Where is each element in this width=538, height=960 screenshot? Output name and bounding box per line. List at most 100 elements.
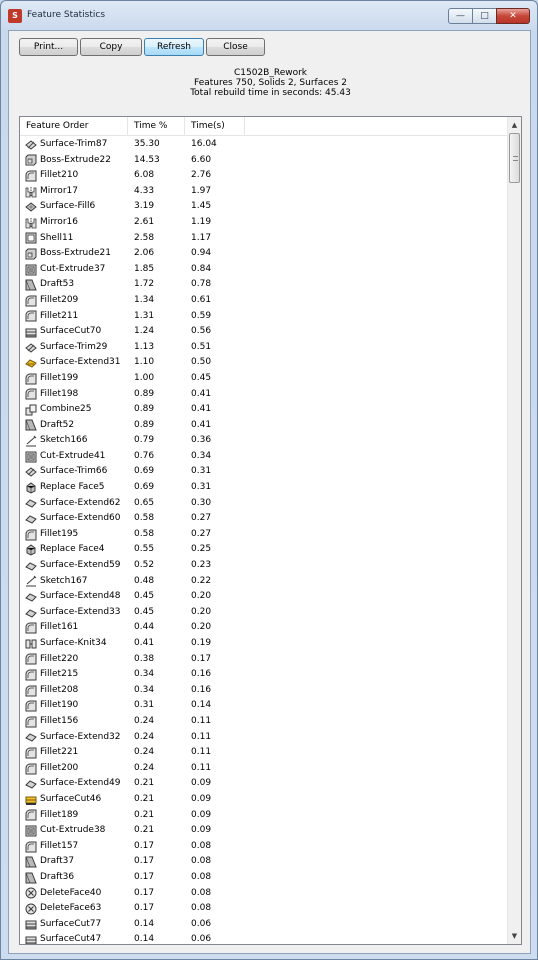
table-row[interactable]: Boss-Extrude22 14.53 6.60 xyxy=(20,153,508,169)
close-window-button[interactable]: ✕ xyxy=(496,8,530,24)
table-row[interactable]: Surface-Trim66 0.69 0.31 xyxy=(20,464,508,480)
feature-name: Draft36 xyxy=(40,871,75,882)
time-percent-cell: 0.58 xyxy=(134,513,155,524)
table-row[interactable]: Draft36 0.17 0.08 xyxy=(20,870,508,886)
table-row[interactable]: Replace Face4 0.55 0.25 xyxy=(20,542,508,558)
table-row[interactable]: Mirror17 4.33 1.97 xyxy=(20,184,508,200)
copy-button[interactable]: Copy xyxy=(80,38,142,56)
table-row[interactable]: Fillet156 0.24 0.11 xyxy=(20,714,508,730)
cut-icon xyxy=(25,825,37,837)
print-button[interactable]: Print... xyxy=(19,38,78,56)
fillet-icon xyxy=(25,841,37,853)
table-row[interactable]: Surface-Extend48 0.45 0.20 xyxy=(20,589,508,605)
table-row[interactable]: Fillet220 0.38 0.17 xyxy=(20,652,508,668)
scroll-thumb[interactable] xyxy=(509,133,520,183)
table-row[interactable]: SurfaceCut70 1.24 0.56 xyxy=(20,324,508,340)
table-row[interactable]: Sketch167 0.48 0.22 xyxy=(20,574,508,590)
table-row[interactable]: SurfaceCut47 0.14 0.06 xyxy=(20,932,508,944)
feature-name-cell: Fillet220 xyxy=(25,652,78,668)
table-row[interactable]: Cut-Extrude38 0.21 0.09 xyxy=(20,823,508,839)
feature-name-cell: Fillet161 xyxy=(25,620,78,636)
surface-extend-icon xyxy=(25,562,37,571)
table-row[interactable]: DeleteFace40 0.17 0.08 xyxy=(20,886,508,902)
table-row[interactable]: Surface-Extend49 0.21 0.09 xyxy=(20,776,508,792)
table-row[interactable]: Cut-Extrude37 1.85 0.84 xyxy=(20,262,508,278)
time-percent-cell: 0.69 xyxy=(134,466,155,477)
table-row[interactable]: Surface-Extend33 0.45 0.20 xyxy=(20,605,508,621)
delete-face-icon xyxy=(25,887,37,899)
table-row[interactable]: Surface-Fill6 3.19 1.45 xyxy=(20,199,508,215)
time-seconds-cell: 16.04 xyxy=(191,139,217,149)
time-seconds-cell: 0.30 xyxy=(191,497,212,508)
table-row[interactable]: Draft37 0.17 0.08 xyxy=(20,854,508,870)
vertical-scrollbar[interactable]: ▲ ▼ xyxy=(507,117,521,944)
title-bar[interactable]: S Feature Statistics — □ ✕ xyxy=(1,1,537,29)
table-row[interactable]: Draft52 0.89 0.41 xyxy=(20,418,508,434)
time-seconds-cell: 0.22 xyxy=(191,575,212,586)
minimize-button[interactable]: — xyxy=(448,8,473,24)
time-seconds-cell: 1.45 xyxy=(191,201,212,212)
table-row[interactable]: Shell11 2.58 1.17 xyxy=(20,231,508,247)
table-row[interactable]: Surface-Trim29 1.13 0.51 xyxy=(20,340,508,356)
table-row[interactable]: Fillet221 0.24 0.11 xyxy=(20,745,508,761)
column-time-seconds[interactable]: Time(s) xyxy=(185,117,245,136)
time-seconds-cell: 0.51 xyxy=(191,341,212,352)
table-row[interactable]: SurfaceCut77 0.14 0.06 xyxy=(20,917,508,933)
feature-list[interactable]: Feature Order Time % Time(s) Surface-Tri… xyxy=(19,116,522,945)
table-row[interactable]: Draft53 1.72 0.78 xyxy=(20,277,508,293)
table-row[interactable]: Fillet199 1.00 0.45 xyxy=(20,371,508,387)
feature-name: Surface-Extend33 xyxy=(40,606,121,617)
table-row[interactable]: Fillet157 0.17 0.08 xyxy=(20,839,508,855)
table-row[interactable]: Fillet195 0.58 0.27 xyxy=(20,527,508,543)
table-row[interactable]: Cut-Extrude41 0.76 0.34 xyxy=(20,449,508,465)
column-time-percent[interactable]: Time % xyxy=(128,117,185,136)
table-row[interactable]: Fillet215 0.34 0.16 xyxy=(20,667,508,683)
table-row[interactable]: Fillet209 1.34 0.61 xyxy=(20,293,508,309)
table-row[interactable]: Replace Face5 0.69 0.31 xyxy=(20,480,508,496)
table-row[interactable]: DeleteFace63 0.17 0.08 xyxy=(20,901,508,917)
feature-name: Fillet209 xyxy=(40,294,79,305)
table-row[interactable]: Mirror16 2.61 1.19 xyxy=(20,215,508,231)
table-row[interactable]: Fillet189 0.21 0.09 xyxy=(20,808,508,824)
fillet-icon xyxy=(25,373,37,385)
feature-name-cell: Surface-Fill6 xyxy=(25,199,95,215)
table-row[interactable]: Fillet190 0.31 0.14 xyxy=(20,698,508,714)
table-row[interactable]: Fillet200 0.24 0.11 xyxy=(20,761,508,777)
scroll-up-arrow[interactable]: ▲ xyxy=(508,118,521,132)
time-seconds-cell: 0.50 xyxy=(191,357,212,368)
table-row[interactable]: Surface-Extend60 0.58 0.27 xyxy=(20,511,508,527)
surface-extend-icon xyxy=(25,515,37,524)
table-row[interactable]: Surface-Extend32 0.24 0.11 xyxy=(20,730,508,746)
table-row[interactable]: Surface-Trim87 35.30 16.04 xyxy=(20,137,508,153)
table-row[interactable]: Sketch166 0.79 0.36 xyxy=(20,433,508,449)
refresh-button[interactable]: Refresh xyxy=(144,38,204,56)
close-button[interactable]: Close xyxy=(206,38,265,56)
feature-name: Fillet199 xyxy=(40,372,79,383)
surface-trim-icon xyxy=(25,140,37,150)
table-row[interactable]: Fillet210 6.08 2.76 xyxy=(20,168,508,184)
time-seconds-cell: 0.84 xyxy=(191,263,212,274)
column-feature-order[interactable]: Feature Order xyxy=(20,117,128,136)
table-row[interactable]: Surface-Extend59 0.52 0.23 xyxy=(20,558,508,574)
table-row[interactable]: Fillet211 1.31 0.59 xyxy=(20,309,508,325)
surface-extend-icon xyxy=(25,609,37,618)
table-row[interactable]: Fillet198 0.89 0.41 xyxy=(20,387,508,403)
time-seconds-cell: 1.97 xyxy=(191,185,212,196)
scroll-down-arrow[interactable]: ▼ xyxy=(508,929,521,943)
fillet-icon xyxy=(25,170,37,182)
time-percent-cell: 0.24 xyxy=(134,731,155,742)
feature-name-cell: Fillet189 xyxy=(25,808,78,824)
table-row[interactable]: Fillet208 0.34 0.16 xyxy=(20,683,508,699)
table-row[interactable]: Surface-Extend62 0.65 0.30 xyxy=(20,496,508,512)
feature-name: Replace Face4 xyxy=(40,544,105,555)
table-row[interactable]: Fillet161 0.44 0.20 xyxy=(20,620,508,636)
table-row[interactable]: Surface-Knit34 0.41 0.19 xyxy=(20,636,508,652)
feature-name: Fillet215 xyxy=(40,669,79,680)
mirror-icon xyxy=(25,217,37,229)
maximize-button[interactable]: □ xyxy=(472,8,497,24)
table-row[interactable]: Combine25 0.89 0.41 xyxy=(20,402,508,418)
time-percent-cell: 1.13 xyxy=(134,341,155,352)
table-row[interactable]: SurfaceCut46 0.21 0.09 xyxy=(20,792,508,808)
table-row[interactable]: Surface-Extend31 1.10 0.50 xyxy=(20,355,508,371)
table-row[interactable]: Boss-Extrude21 2.06 0.94 xyxy=(20,246,508,262)
